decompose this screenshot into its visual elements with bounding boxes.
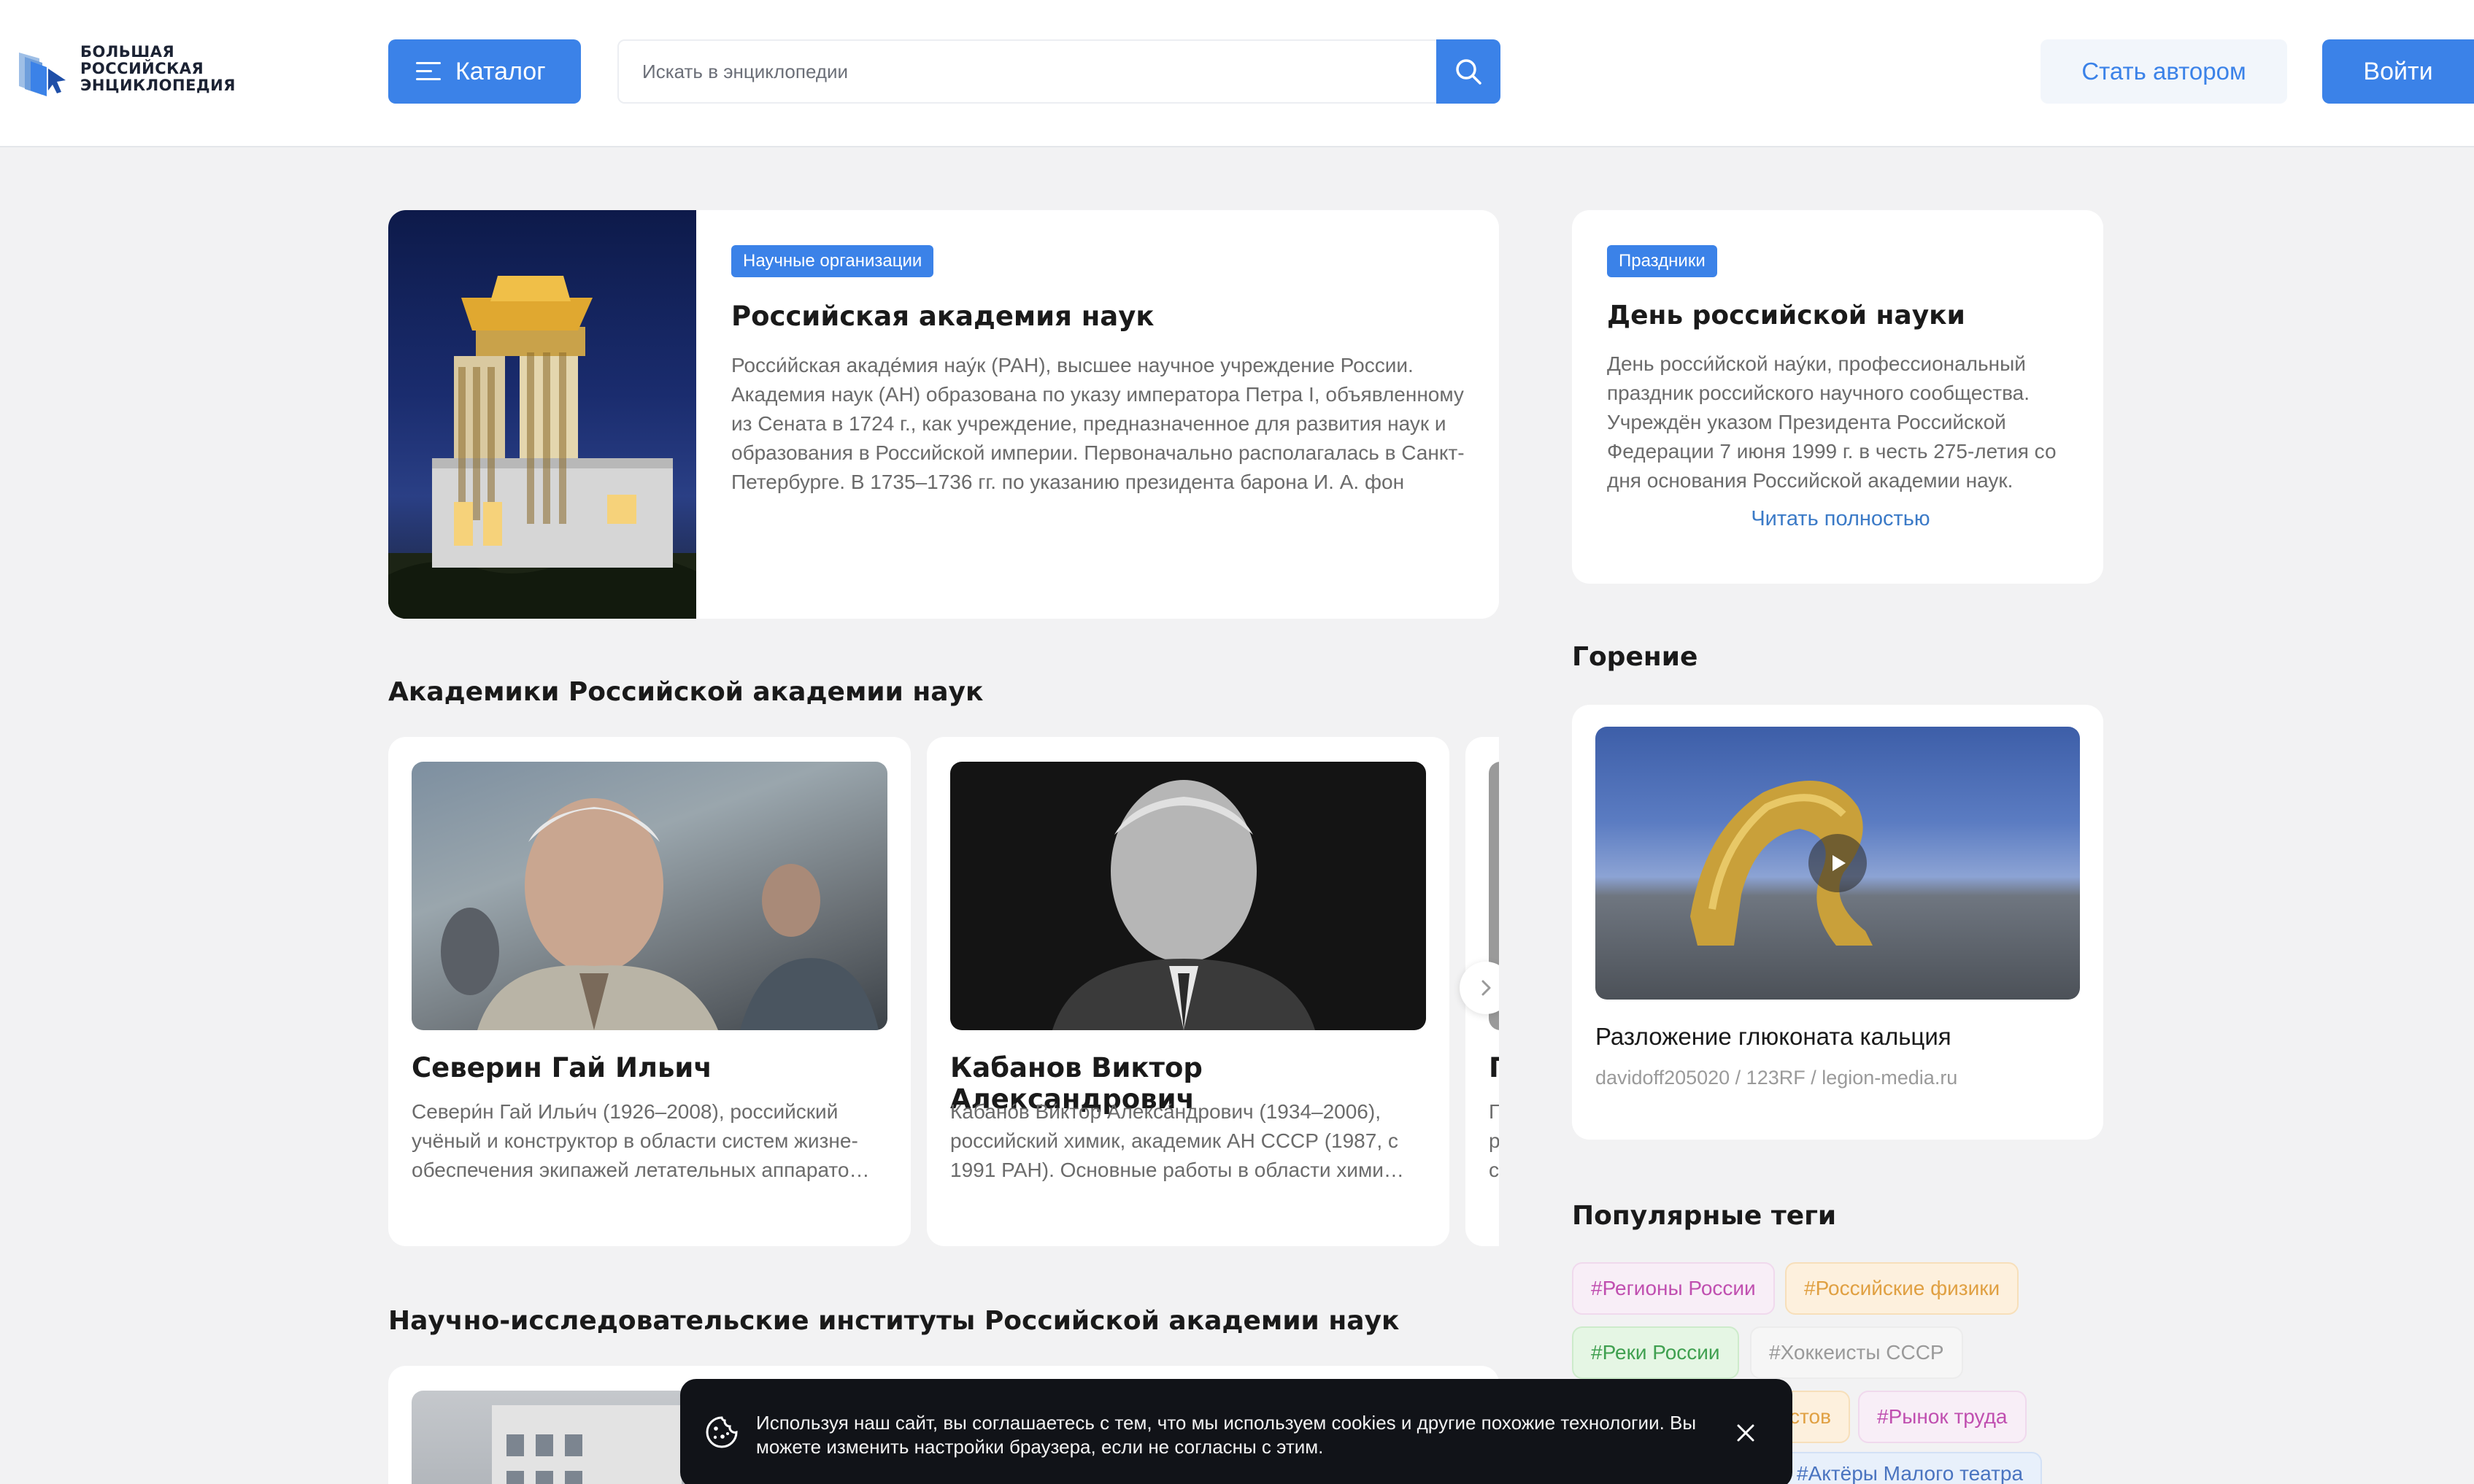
search-box bbox=[617, 39, 1500, 104]
academician-name[interactable]: Северин Гай Ильич bbox=[412, 1052, 712, 1083]
play-icon bbox=[1833, 855, 1846, 871]
academician-card[interactable]: Северин Гай Ильич Севери́н Гай Ильи́ч (1… bbox=[388, 737, 911, 1246]
holiday-category-badge[interactable]: Праздники bbox=[1607, 245, 1717, 277]
academy-building-illustration bbox=[388, 276, 696, 619]
video-thumbnail[interactable] bbox=[1595, 727, 2080, 1000]
cookie-close-button[interactable] bbox=[1731, 1418, 1760, 1448]
site-header: БОЛЬШАЯ РОССИЙСКАЯ ЭНЦИКЛОПЕДИЯ Каталог … bbox=[0, 0, 2474, 147]
tag-chip[interactable]: #Хоккеисты СССР bbox=[1750, 1326, 1963, 1379]
search-input[interactable] bbox=[642, 57, 1409, 86]
catalog-button[interactable]: Каталог bbox=[388, 39, 581, 104]
chevron-right-icon bbox=[1481, 980, 1491, 996]
featured-category-badge[interactable]: Научные организации bbox=[731, 245, 934, 277]
tag-chip[interactable]: #Российские физики bbox=[1785, 1262, 2019, 1315]
search-button[interactable] bbox=[1436, 39, 1500, 104]
holiday-card[interactable]: Праздники День российской науки День рос… bbox=[1572, 210, 2103, 584]
video-credit: davidoff205020 / 123RF / legion-media.ru bbox=[1595, 1067, 1958, 1089]
holiday-title[interactable]: День российской науки bbox=[1607, 301, 2074, 331]
menu-icon bbox=[416, 62, 441, 81]
featured-excerpt: Росси́йская акаде́мия нау́к (РАН), высше… bbox=[731, 354, 1465, 493]
featured-article-image bbox=[388, 210, 696, 619]
tag-chip[interactable]: #Реки России bbox=[1572, 1326, 1739, 1379]
academician-photo bbox=[950, 762, 1426, 1030]
video-section-title: Горение bbox=[1572, 642, 1698, 672]
play-button[interactable] bbox=[1808, 834, 1867, 892]
video-caption[interactable]: Разложение глюконата кальция bbox=[1595, 1023, 1951, 1051]
featured-title[interactable]: Российская академия наук bbox=[731, 301, 1468, 332]
academician-excerpt: Севери́н Гай Ильи́ч (1926–2008), российс… bbox=[412, 1100, 870, 1181]
become-author-button[interactable]: Стать автором bbox=[2041, 39, 2287, 104]
search-icon bbox=[1456, 59, 1481, 85]
academician-photo bbox=[412, 762, 887, 1030]
holiday-excerpt: День росси́йской нау́ки, профессиональны… bbox=[1607, 352, 2057, 492]
site-logo[interactable]: БОЛЬШАЯ РОССИЙСКАЯ ЭНЦИКЛОПЕДИЯ bbox=[18, 44, 236, 102]
tag-chip[interactable]: #Регионы России bbox=[1572, 1262, 1775, 1315]
academician-excerpt: Кабано́в Ви́ктор Алекса́ндрович (1934–20… bbox=[950, 1100, 1404, 1181]
read-more-link[interactable]: Читать полностью bbox=[1607, 507, 2074, 531]
institute-photo bbox=[412, 1391, 704, 1484]
featured-article-card[interactable]: Научные организации Российская академия … bbox=[388, 210, 1499, 619]
institutes-section-title: Научно-исследовательские институты Росси… bbox=[388, 1306, 1400, 1336]
academician-name[interactable]: Г bbox=[1489, 1052, 1499, 1083]
close-icon bbox=[1737, 1424, 1754, 1442]
catalog-label: Каталог bbox=[455, 57, 546, 85]
cookie-icon bbox=[706, 1416, 738, 1448]
academician-card[interactable]: Кабанов Виктор Александрович Кабано́в Ви… bbox=[927, 737, 1449, 1246]
tag-chip[interactable]: #Рынок труда bbox=[1858, 1391, 2027, 1443]
login-button[interactable]: Войти bbox=[2322, 39, 2474, 104]
video-card[interactable]: Разложение глюконата кальция davidoff205… bbox=[1572, 705, 2103, 1140]
tag-chip[interactable]: #Актёры Малого театра bbox=[1778, 1452, 2043, 1484]
logo-book-icon bbox=[19, 53, 66, 96]
cookie-banner: Используя наш сайт, вы соглашаетесь с те… bbox=[680, 1379, 1792, 1484]
academicians-carousel: Северин Гай Ильич Севери́н Гай Ильи́ч (1… bbox=[388, 737, 1499, 1248]
tags-section-title: Популярные теги bbox=[1572, 1201, 1837, 1231]
academician-excerpt: Г р с bbox=[1489, 1100, 1499, 1181]
cookie-notice-text: Используя наш сайт, вы соглашаетесь с те… bbox=[756, 1412, 1697, 1458]
logo-wordmark: БОЛЬШАЯ РОССИЙСКАЯ ЭНЦИКЛОПЕДИЯ bbox=[80, 43, 236, 94]
academicians-section-title: Академики Российской академии наук bbox=[388, 677, 984, 707]
